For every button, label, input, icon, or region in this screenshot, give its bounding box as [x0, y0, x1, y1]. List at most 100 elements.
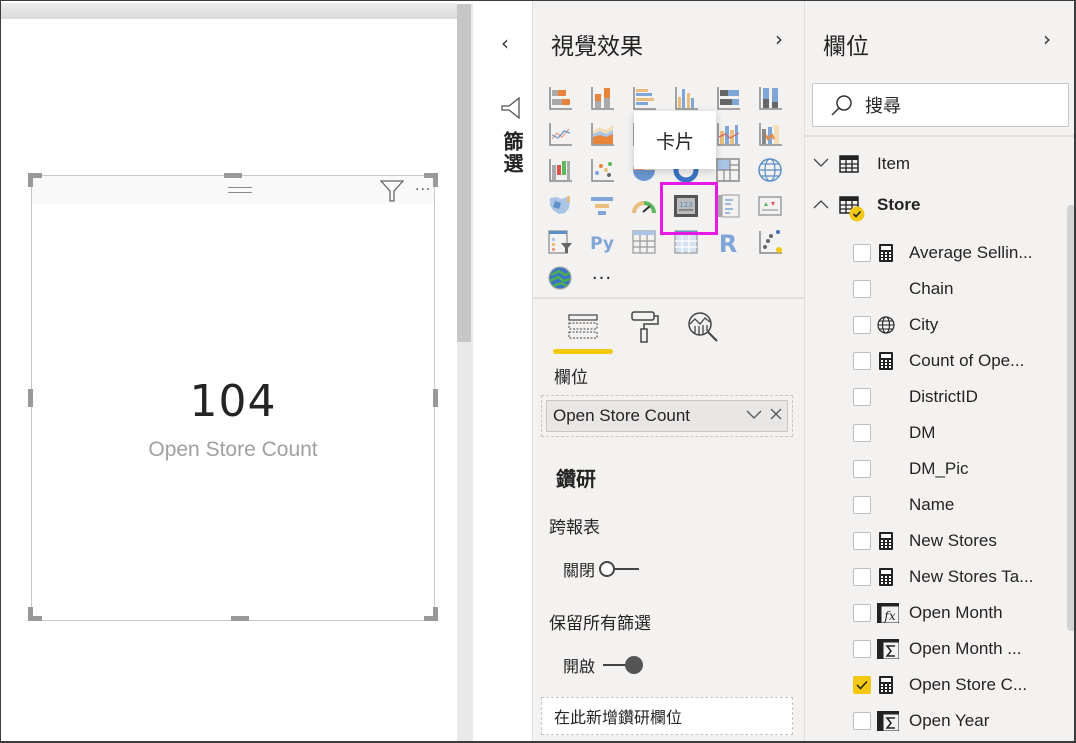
field-checkbox[interactable] [853, 640, 871, 658]
visual-filter-icon[interactable] [380, 180, 404, 202]
chevron-down-icon[interactable] [805, 156, 839, 172]
kpi-visual-button[interactable] [755, 191, 785, 221]
clustered-bar-chart-visual-button[interactable] [629, 83, 659, 113]
filters-pane-collapsed[interactable]: ‹ 篩選 [473, 1, 533, 741]
remove-field-icon[interactable] [765, 407, 787, 425]
field-checkbox[interactable] [853, 280, 871, 298]
canvas-scrollbar[interactable] [457, 4, 473, 741]
field-checkbox[interactable] [853, 676, 871, 694]
gauge-visual-button[interactable] [629, 191, 659, 221]
area-chart-visual-button[interactable] [587, 119, 617, 149]
treemap-visual-button[interactable] [713, 155, 743, 185]
waterfall-chart-visual-button[interactable] [545, 155, 575, 185]
map-visual-button[interactable] [755, 155, 785, 185]
table-store[interactable]: Store [805, 190, 1045, 222]
field-item[interactable]: fx Open Month [853, 599, 1043, 627]
funnel-visual-button[interactable] [587, 191, 617, 221]
ribbon-chart-visual-button[interactable] [755, 119, 785, 149]
chevron-down-icon[interactable] [743, 407, 765, 425]
field-item[interactable]: DM [853, 419, 1043, 447]
table-item[interactable]: Item [805, 149, 1045, 179]
scatter-chart-icon [591, 159, 614, 182]
resize-handle-top[interactable] [224, 173, 242, 178]
cross-report-state: 關閉 [563, 561, 596, 580]
field-name: City [909, 315, 939, 334]
field-pill[interactable]: Open Store Count [546, 400, 788, 432]
field-item[interactable]: Average Sellin... [853, 239, 1043, 267]
100-stacked-bar-chart-visual-button[interactable] [713, 83, 743, 113]
field-type-blank [877, 388, 895, 406]
table-visual-button[interactable] [629, 227, 659, 257]
100-stacked-column-chart-icon [759, 87, 782, 110]
line-chart-visual-button[interactable] [545, 119, 575, 149]
resize-handle-bottom[interactable] [231, 616, 249, 621]
divider [805, 135, 1074, 137]
format-tab[interactable] [625, 309, 665, 345]
line-stacked-column-chart-visual-button[interactable] [713, 119, 743, 149]
field-checkbox[interactable] [853, 460, 871, 478]
fields-well[interactable]: Open Store Count [541, 395, 793, 437]
key-influencers-visual-button[interactable] [755, 227, 785, 257]
more-visuals-visual-button[interactable]: ··· [587, 263, 617, 293]
field-checkbox[interactable] [853, 424, 871, 442]
field-checkbox[interactable] [853, 388, 871, 406]
report-canvas[interactable]: ··· 104 Open Store Count [1, 1, 473, 741]
drillthrough-title: 鑽研 [556, 467, 596, 491]
clustered-column-chart-visual-button[interactable] [671, 83, 701, 113]
arcgis-map-visual-button[interactable] [545, 263, 575, 293]
field-item[interactable]: Name [853, 491, 1043, 519]
fields-search-input[interactable]: 搜尋 [812, 83, 1069, 127]
100-stacked-column-chart-visual-button[interactable] [755, 83, 785, 113]
filters-expand-chevron-icon[interactable]: ‹ [501, 31, 509, 55]
field-checkbox[interactable] [853, 712, 871, 730]
ribbon-chart-icon [759, 123, 782, 146]
resize-handle-bottom-right-v[interactable] [433, 607, 438, 621]
analytics-tab[interactable] [683, 309, 723, 345]
filled-map-visual-button[interactable] [545, 191, 575, 221]
analytics-magnifier-icon [688, 312, 718, 342]
stacked-bar-chart-visual-button[interactable] [545, 83, 575, 113]
fields-tab[interactable] [563, 309, 603, 345]
filters-pane-label[interactable]: 篩選 [498, 131, 527, 175]
fields-collapse-chevron-icon[interactable]: › [1043, 27, 1051, 51]
field-item[interactable]: City [853, 311, 1043, 339]
field-checkbox[interactable] [853, 244, 871, 262]
field-checkbox[interactable] [853, 316, 871, 334]
python-visual-visual-button[interactable]: Py [587, 227, 617, 257]
field-item[interactable]: Open Store C... [853, 671, 1043, 699]
stacked-column-chart-visual-button[interactable] [587, 83, 617, 113]
card-visual[interactable]: ··· 104 Open Store Count [31, 175, 435, 621]
field-item[interactable]: DistrictID [853, 383, 1043, 411]
field-checkbox[interactable] [853, 604, 871, 622]
drag-grip-icon[interactable] [228, 187, 252, 193]
field-item[interactable]: New Stores Ta... [853, 563, 1043, 591]
resize-handle-right[interactable] [433, 389, 438, 407]
more-options-icon[interactable]: ··· [415, 182, 431, 198]
canvas-scrollbar-thumb[interactable] [457, 4, 471, 342]
field-checkbox[interactable] [853, 352, 871, 370]
keep-filters-toggle[interactable] [599, 655, 644, 675]
fields-scrollbar-thumb[interactable] [1067, 205, 1074, 631]
resize-handle-top-left-v[interactable] [28, 173, 33, 187]
field-item[interactable]: DM_Pic [853, 455, 1043, 483]
resize-handle-top-right-v[interactable] [433, 173, 438, 187]
table-icon [839, 155, 861, 173]
cross-report-toggle[interactable] [599, 559, 643, 579]
field-item[interactable]: Count of Ope... [853, 347, 1043, 375]
field-checkbox[interactable] [853, 496, 871, 514]
field-checkbox[interactable] [853, 568, 871, 586]
scatter-chart-visual-button[interactable] [587, 155, 617, 185]
field-item[interactable]: Open Year [853, 707, 1043, 735]
field-item[interactable]: Open Month ... [853, 635, 1043, 663]
field-type-blank [877, 280, 895, 298]
slicer-visual-button[interactable] [545, 227, 575, 257]
field-item[interactable]: Chain [853, 275, 1043, 303]
add-drillthrough-field-well[interactable]: 在此新增鑽研欄位 [541, 697, 793, 735]
field-checkbox[interactable] [853, 532, 871, 550]
field-item[interactable]: New Stores [853, 527, 1043, 555]
resize-handle-left[interactable] [28, 389, 33, 407]
keep-filters-label: 保留所有篩選 [549, 614, 651, 634]
resize-handle-bottom-left-v[interactable] [28, 607, 33, 621]
visualizations-collapse-chevron-icon[interactable]: › [775, 27, 783, 51]
chevron-up-icon[interactable] [805, 197, 839, 213]
